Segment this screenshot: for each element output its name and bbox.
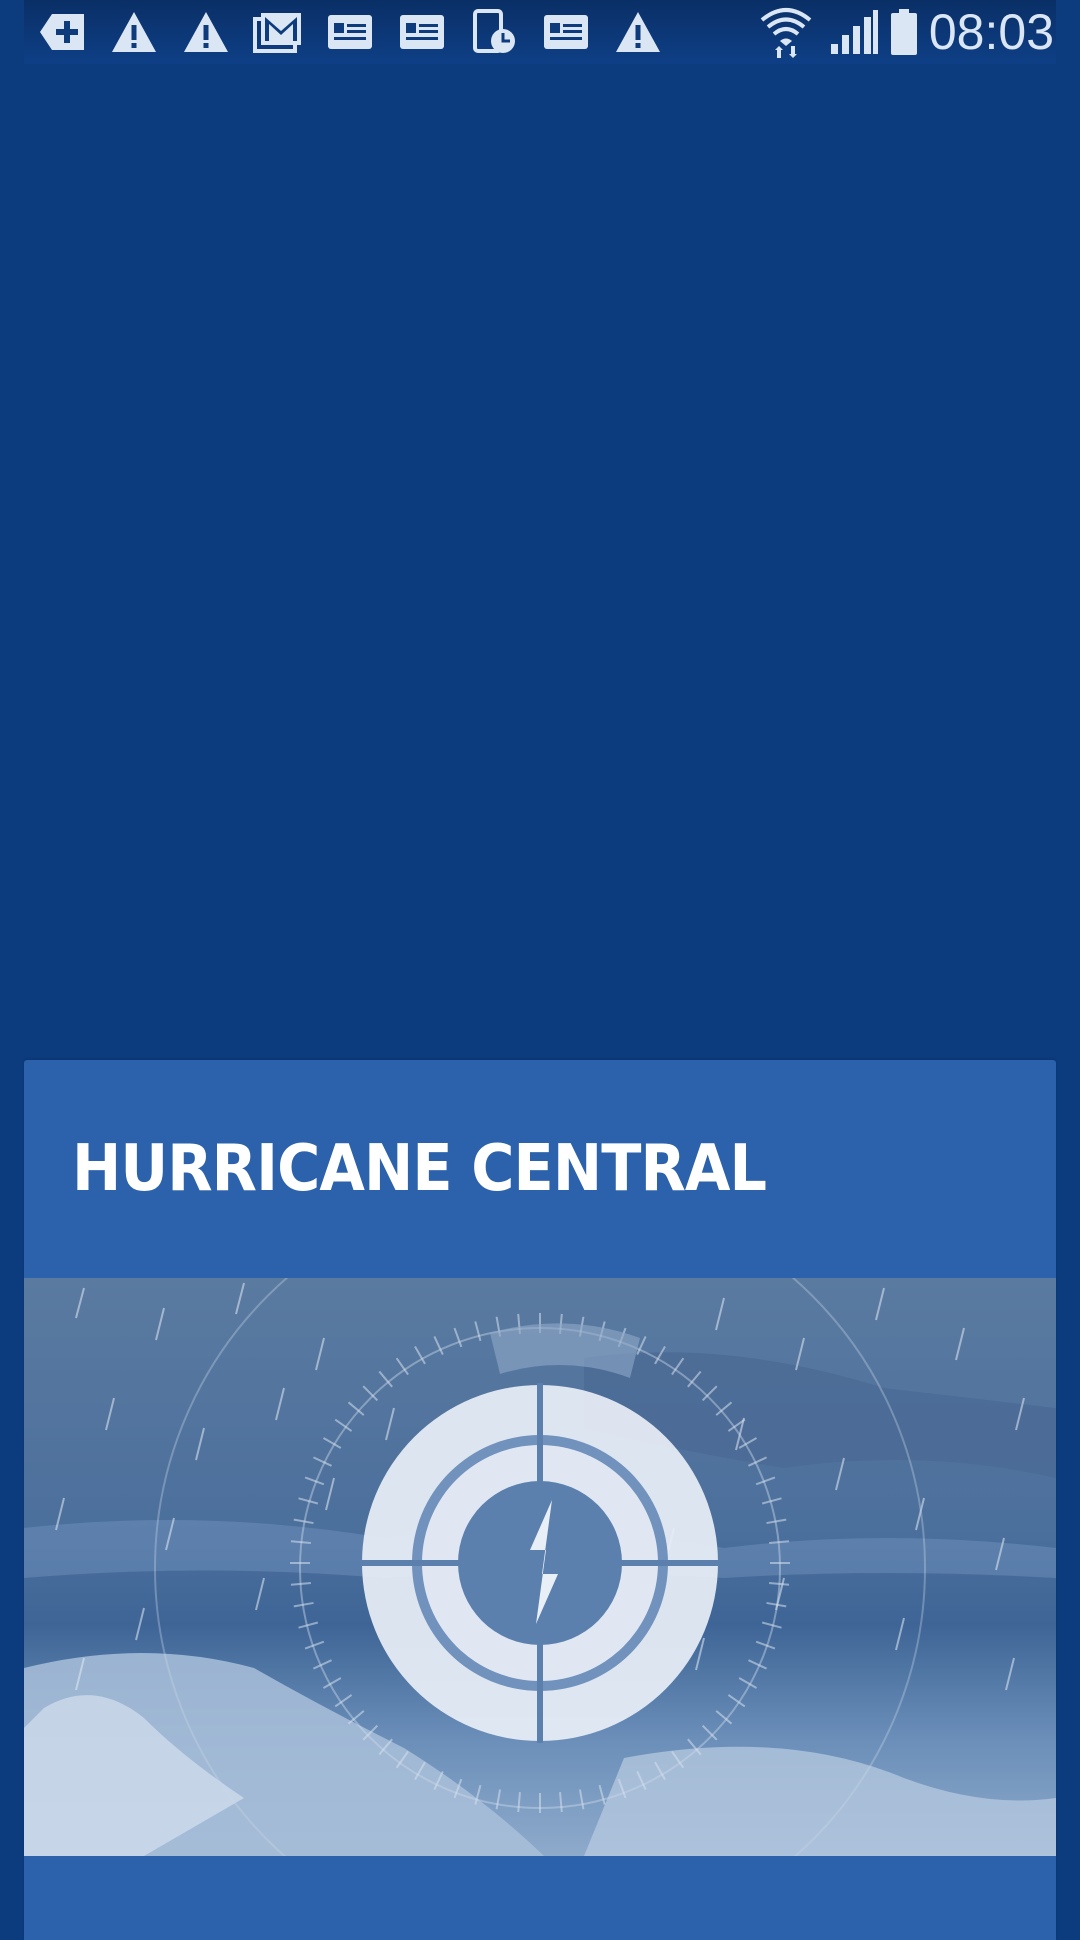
- status-bar: 08:03: [24, 0, 1056, 64]
- hurricane-central-card[interactable]: HURRICANE CENTRAL: [24, 1060, 1056, 1940]
- status-time: 08:03: [928, 4, 1054, 60]
- system-icons: 08:03: [749, 0, 1056, 64]
- wifi-icon: [759, 0, 813, 64]
- card-title: HURRICANE CENTRAL: [72, 1132, 767, 1206]
- hurricane-central-image[interactable]: [24, 1278, 1056, 1856]
- notification-icons: [24, 0, 674, 64]
- warning-icon: [170, 0, 242, 64]
- add-notification-icon: [26, 0, 98, 64]
- hurricane-radar-icon: [24, 1278, 1056, 1856]
- warning-icon: [98, 0, 170, 64]
- gmail-icon: [242, 0, 314, 64]
- news-icon: [386, 0, 458, 64]
- cell-signal-icon: [829, 0, 879, 64]
- device-schedule-icon: [458, 0, 530, 64]
- news-icon: [314, 0, 386, 64]
- warning-icon: [602, 0, 674, 64]
- battery-icon: [889, 0, 919, 64]
- news-icon: [530, 0, 602, 64]
- screen: 08:03 HURRICANE CENTRAL: [0, 0, 1080, 1940]
